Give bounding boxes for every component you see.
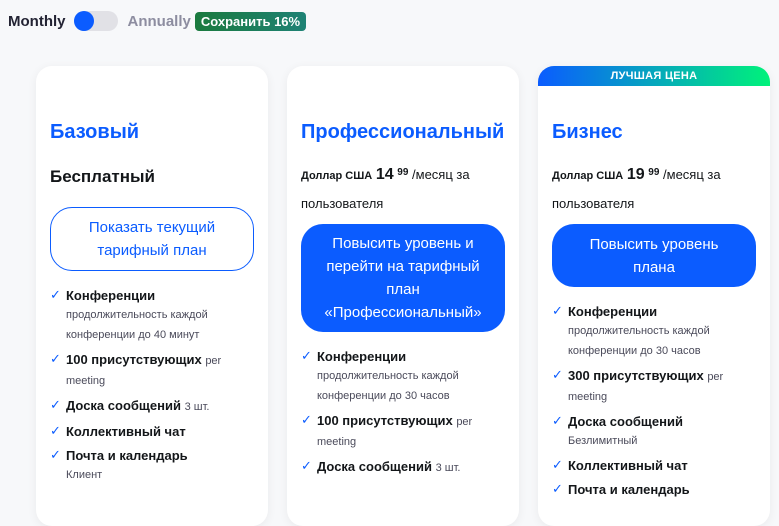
currency: Доллар США [301, 170, 373, 182]
billing-toggle: Monthly Annually Сохранить 16% [8, 10, 307, 32]
annually-label[interactable]: Annually [128, 13, 191, 30]
plan-card-basic: Базовый Бесплатный Показать текущий тари… [36, 66, 268, 526]
check-icon: ✓ [552, 457, 563, 472]
feature-detail: meeting [66, 375, 106, 387]
plan-name: Бизнес [552, 121, 623, 143]
feature-list: ✓ Конференции продолжительность каждой кон… [301, 348, 505, 478]
feature-item: ✓ Доска сообщений Безлимитный [552, 413, 756, 451]
feature-title: Доска сообщений [568, 414, 683, 429]
feature-inline: per [707, 371, 724, 383]
check-icon: ✓ [50, 447, 61, 462]
feature-title: Доска сообщений [66, 398, 181, 413]
feature-item: ✓ 100 присутствующих per meeting [301, 412, 505, 452]
feature-detail: Безлимитный [568, 435, 638, 447]
check-icon: ✓ [50, 351, 61, 366]
price-int: 14 [375, 166, 394, 183]
feature-title: Почта и календарь [66, 448, 188, 463]
check-icon: ✓ [301, 412, 312, 427]
price-cents: 99 [648, 167, 660, 178]
feature-detail: meeting [317, 436, 357, 448]
check-icon: ✓ [552, 413, 563, 428]
check-icon: ✓ [301, 458, 312, 473]
feature-item: ✓ Коллективный чат [50, 423, 254, 441]
feature-detail: Клиент [66, 469, 103, 481]
feature-item: ✓ Почта и календарь Клиент [50, 447, 254, 485]
plan-price: Бесплатный [50, 167, 155, 186]
check-icon: ✓ [301, 348, 312, 363]
feature-item: ✓ Конференции продолжительность каждой кон… [552, 303, 756, 361]
feature-item: ✓ Доска сообщений 3 шт. [301, 458, 505, 478]
feature-item: ✓ Почта и календарь [552, 481, 756, 499]
check-icon: ✓ [50, 287, 61, 302]
feature-title: 100 присутствующих [66, 352, 202, 367]
feature-title: 300 присутствующих [568, 368, 704, 383]
feature-inline: per [205, 355, 222, 367]
current-plan-button[interactable]: Показать текущий тарифный план [50, 207, 254, 271]
feature-title: Конференции [317, 349, 407, 364]
billing-switch[interactable] [73, 11, 118, 31]
feature-title: 100 присутствующих [317, 413, 453, 428]
feature-list: ✓ Конференции продолжительность каждой кон… [552, 303, 756, 499]
feature-item: ✓ Конференции продолжительность каждой кон… [301, 348, 505, 406]
plan-card-business: ЛУЧШАЯ ЦЕНА Бизнес Доллар США 19 99 /мес… [538, 66, 770, 526]
currency: Доллар США [552, 170, 624, 182]
feature-title: Коллективный чат [66, 424, 186, 439]
upgrade-business-button[interactable]: Повысить уровень плана [552, 224, 756, 287]
check-icon: ✓ [50, 423, 61, 438]
check-icon: ✓ [552, 367, 563, 382]
plan-card-pro: Профессиональный Доллар США 14 99 /месяц… [287, 66, 519, 526]
feature-title: Конференции [66, 288, 156, 303]
upgrade-pro-button[interactable]: Повысить уровень и перейти на тарифный п… [301, 224, 505, 332]
feature-detail: продолжительность каждой конференции до … [66, 309, 208, 341]
save-badge: Сохранить 16% [194, 11, 307, 31]
plan-name: Профессиональный [301, 121, 505, 143]
feature-item: ✓ Доска сообщений 3 шт. [50, 397, 254, 417]
feature-inline: per [456, 416, 473, 428]
price-int: 19 [626, 166, 645, 183]
feature-item: ✓ 300 присутствующих per meeting [552, 367, 756, 407]
feature-inline: 3 шт. [435, 462, 461, 474]
feature-item: ✓ Коллективный чат [552, 457, 756, 475]
feature-list: ✓ Конференции продолжительность каждой кон… [50, 287, 254, 485]
check-icon: ✓ [552, 303, 563, 318]
plan-price: Доллар США 14 99 /месяц за пользователя [301, 159, 505, 217]
check-icon: ✓ [552, 481, 563, 496]
best-price-badge: ЛУЧШАЯ ЦЕНА [538, 66, 770, 86]
monthly-label[interactable]: Monthly [8, 13, 66, 30]
feature-title: Коллективный чат [568, 458, 688, 473]
plan-price: Доллар США 19 99 /месяц за пользователя [552, 159, 756, 217]
feature-detail: продолжительность каждой конференции до … [568, 325, 710, 357]
feature-item: ✓ Конференции продолжительность каждой кон… [50, 287, 254, 345]
feature-title: Конференции [568, 304, 658, 319]
feature-title: Доска сообщений [317, 459, 432, 474]
switch-knob [73, 11, 94, 31]
feature-detail: продолжительность каждой конференции до … [317, 370, 459, 402]
feature-item: ✓ 100 присутствующих per meeting [50, 351, 254, 391]
feature-detail: meeting [568, 391, 608, 403]
feature-title: Почта и календарь [568, 482, 690, 497]
plan-name: Базовый [50, 121, 140, 143]
price-cents: 99 [397, 167, 409, 178]
check-icon: ✓ [50, 397, 61, 412]
feature-inline: 3 шт. [184, 401, 210, 413]
